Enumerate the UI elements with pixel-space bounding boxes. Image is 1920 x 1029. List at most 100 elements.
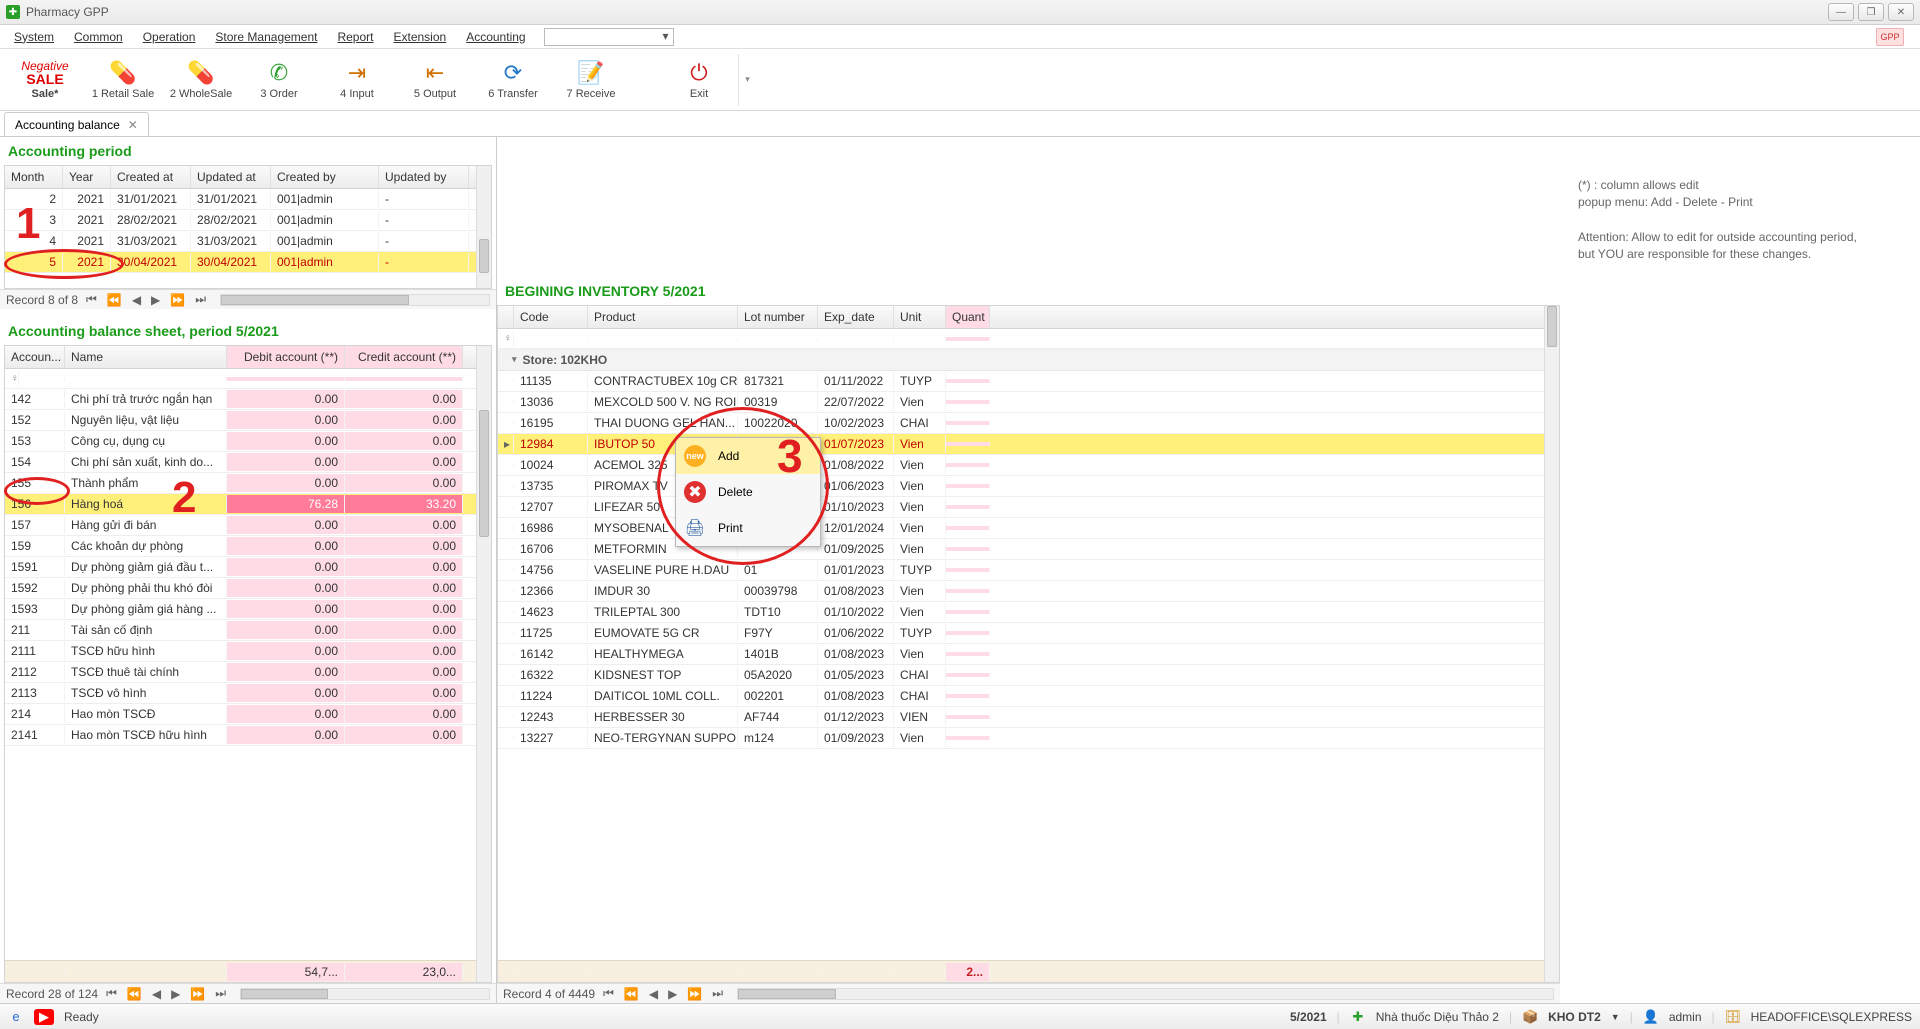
toolbar-overflow[interactable]: ▾ bbox=[738, 54, 756, 106]
order-button[interactable]: ✆ 3 Order bbox=[240, 51, 318, 109]
balance-row[interactable]: 157Hàng gửi đi bán0.000.00 bbox=[5, 515, 491, 536]
ctx-delete[interactable]: ✖ Delete bbox=[676, 474, 820, 510]
period-row[interactable]: 3202128/02/202128/02/2021001|admin- bbox=[5, 210, 491, 231]
inventory-row[interactable]: 11725EUMOVATE 5G CRF97Y01/06/2022TUYP bbox=[498, 623, 1559, 644]
balance-row[interactable]: 1593Dự phòng giảm giá hàng ...0.000.00 bbox=[5, 599, 491, 620]
nav-prevpage[interactable]: ⏪ bbox=[125, 987, 144, 1001]
period-row[interactable]: 4202131/03/202131/03/2021001|admin- bbox=[5, 231, 491, 252]
inventory-row[interactable]: 14623TRILEPTAL 300TDT1001/10/2022Vien bbox=[498, 602, 1559, 623]
col-product[interactable]: Product bbox=[588, 306, 738, 328]
period-row[interactable]: 5202130/04/202130/04/2021001|admin- bbox=[5, 252, 491, 273]
inventory-row[interactable]: 16195THAI DUONG GEL HAN...1002202010/02/… bbox=[498, 413, 1559, 434]
inventory-filter-row[interactable]: ♀ bbox=[498, 329, 1559, 349]
balance-grid[interactable]: Accoun... Name Debit account (**) Credit… bbox=[4, 345, 492, 983]
balance-row[interactable]: 159Các khoản dự phòng0.000.00 bbox=[5, 536, 491, 557]
balance-row[interactable]: 1592Dự phòng phải thu khó đòi0.000.00 bbox=[5, 578, 491, 599]
col-code[interactable]: Code bbox=[514, 306, 588, 328]
balance-row[interactable]: 1591Dự phòng giảm giá đầu t...0.000.00 bbox=[5, 557, 491, 578]
inventory-row[interactable]: 13036MEXCOLD 500 V. NG ROI0031922/07/202… bbox=[498, 392, 1559, 413]
close-button[interactable]: ✕ bbox=[1888, 3, 1914, 21]
inventory-row[interactable]: 12707LIFEZAR 5001/10/2023Vien bbox=[498, 497, 1559, 518]
col-account[interactable]: Accoun... bbox=[5, 346, 65, 368]
col-updatedby[interactable]: Updated by bbox=[379, 166, 469, 188]
balance-row[interactable]: 211Tài sản cố định0.000.00 bbox=[5, 620, 491, 641]
inventory-row[interactable]: 11224DAITICOL 10ML COLL.00220101/08/2023… bbox=[498, 686, 1559, 707]
nav-last[interactable]: ⏭ bbox=[193, 292, 208, 307]
balance-row[interactable]: 142Chi phí trả trước ngắn hạn0.000.00 bbox=[5, 389, 491, 410]
nav-nextpage[interactable]: ⏩ bbox=[168, 293, 187, 307]
menu-system[interactable]: System bbox=[4, 27, 64, 47]
balance-hscroll[interactable] bbox=[240, 988, 490, 1000]
retail-sale-button[interactable]: 💊 1 Retail Sale bbox=[84, 51, 162, 109]
balance-row[interactable]: 154Chi phí sản xuất, kinh do...0.000.00 bbox=[5, 452, 491, 473]
inventory-row[interactable]: 16142HEALTHYMEGA1401B01/08/2023Vien bbox=[498, 644, 1559, 665]
inventory-row[interactable]: 10024ACEMOL 32501/08/2022Vien bbox=[498, 455, 1559, 476]
period-grid[interactable]: Month Year Created at Updated at Created… bbox=[4, 165, 492, 289]
receive-button[interactable]: 📝 7 Receive bbox=[552, 51, 630, 109]
nav-next[interactable]: ▶ bbox=[666, 987, 679, 1001]
inventory-row[interactable]: 12366IMDUR 300003979801/08/2023Vien bbox=[498, 581, 1559, 602]
balance-vscroll[interactable] bbox=[476, 346, 491, 982]
tab-accounting-balance[interactable]: Accounting balance ✕ bbox=[4, 112, 149, 136]
nav-prevpage[interactable]: ⏪ bbox=[105, 293, 124, 307]
balance-row[interactable]: 152Nguyên liệu, vật liệu0.000.00 bbox=[5, 410, 491, 431]
nav-prev[interactable]: ◀ bbox=[647, 987, 660, 1001]
inventory-row[interactable]: ▸12984IBUTOP 5000072001/07/2023Vien bbox=[498, 434, 1559, 455]
col-updated[interactable]: Updated at bbox=[191, 166, 271, 188]
nav-nextpage[interactable]: ⏩ bbox=[685, 987, 704, 1001]
input-button[interactable]: ⇥ 4 Input bbox=[318, 51, 396, 109]
balance-row[interactable]: 156Hàng hoá76.2833.20 bbox=[5, 494, 491, 515]
menu-common[interactable]: Common bbox=[64, 27, 133, 47]
balance-row[interactable]: 2111TSCĐ hữu hình0.000.00 bbox=[5, 641, 491, 662]
balance-row[interactable]: 214Hao mòn TSCĐ0.000.00 bbox=[5, 704, 491, 725]
transfer-button[interactable]: ⟳ 6 Transfer bbox=[474, 51, 552, 109]
nav-first[interactable]: ⏮ bbox=[601, 986, 616, 1001]
nav-next[interactable]: ▶ bbox=[149, 293, 162, 307]
col-createdby[interactable]: Created by bbox=[271, 166, 379, 188]
inventory-row[interactable]: 16322KIDSNEST TOP05A202001/05/2023CHAI bbox=[498, 665, 1559, 686]
inventory-grid[interactable]: Code Product Lot number Exp_date Unit Qu… bbox=[497, 305, 1560, 983]
menu-store[interactable]: Store Management bbox=[205, 27, 327, 47]
col-month[interactable]: Month bbox=[5, 166, 63, 188]
nav-last[interactable]: ⏭ bbox=[710, 986, 725, 1001]
balance-filter-row[interactable]: ♀ bbox=[5, 369, 491, 389]
sale-button[interactable]: Negative SALE Sale* bbox=[6, 51, 84, 109]
col-debit[interactable]: Debit account (**) bbox=[227, 346, 345, 368]
nav-last[interactable]: ⏭ bbox=[213, 986, 228, 1001]
col-created[interactable]: Created at bbox=[111, 166, 191, 188]
tab-close-icon[interactable]: ✕ bbox=[128, 118, 138, 132]
col-year[interactable]: Year bbox=[63, 166, 111, 188]
menu-extension[interactable]: Extension bbox=[384, 27, 457, 47]
balance-row[interactable]: 2141Hao mòn TSCĐ hữu hình0.000.00 bbox=[5, 725, 491, 746]
inventory-row[interactable]: 11135CONTRACTUBEX 10g CR.81732101/11/202… bbox=[498, 371, 1559, 392]
col-exp[interactable]: Exp_date bbox=[818, 306, 894, 328]
youtube-icon[interactable]: ▶ bbox=[34, 1009, 54, 1025]
menu-accounting[interactable]: Accounting bbox=[456, 27, 535, 47]
period-vscroll[interactable] bbox=[476, 166, 491, 288]
ctx-print[interactable]: 🖨 Print bbox=[676, 510, 820, 546]
maximize-button[interactable]: ❐ bbox=[1858, 3, 1884, 21]
inventory-row[interactable]: 13735PIROMAX TV01/06/2023Vien bbox=[498, 476, 1559, 497]
wholesale-button[interactable]: 💊 2 WholeSale bbox=[162, 51, 240, 109]
inventory-vscroll[interactable] bbox=[1544, 306, 1559, 982]
nav-nextpage[interactable]: ⏩ bbox=[188, 987, 207, 1001]
ie-icon[interactable]: e bbox=[8, 1009, 24, 1025]
period-hscroll[interactable] bbox=[220, 294, 490, 306]
nav-prevpage[interactable]: ⏪ bbox=[622, 987, 641, 1001]
inventory-hscroll[interactable] bbox=[737, 988, 1554, 1000]
col-credit[interactable]: Credit account (**) bbox=[345, 346, 463, 368]
balance-row[interactable]: 2112TSCĐ thuê tài chính0.000.00 bbox=[5, 662, 491, 683]
menu-combo[interactable] bbox=[544, 28, 674, 46]
minimize-button[interactable]: — bbox=[1828, 3, 1854, 21]
output-button[interactable]: ⇤ 5 Output bbox=[396, 51, 474, 109]
balance-row[interactable]: 153Công cụ, dụng cụ0.000.00 bbox=[5, 431, 491, 452]
col-lot[interactable]: Lot number bbox=[738, 306, 818, 328]
period-row[interactable]: 2202131/01/202131/01/2021001|admin- bbox=[5, 189, 491, 210]
col-unit[interactable]: Unit bbox=[894, 306, 946, 328]
menu-operation[interactable]: Operation bbox=[133, 27, 206, 47]
balance-row[interactable]: 155Thành phẩm0.000.00 bbox=[5, 473, 491, 494]
nav-next[interactable]: ▶ bbox=[169, 987, 182, 1001]
store-group-row[interactable]: ▾ Store: 102KHO bbox=[498, 349, 1559, 371]
balance-row[interactable]: 2113TSCĐ vô hình0.000.00 bbox=[5, 683, 491, 704]
inventory-row[interactable]: 13227NEO-TERGYNAN SUPPO.m12401/09/2023Vi… bbox=[498, 728, 1559, 749]
